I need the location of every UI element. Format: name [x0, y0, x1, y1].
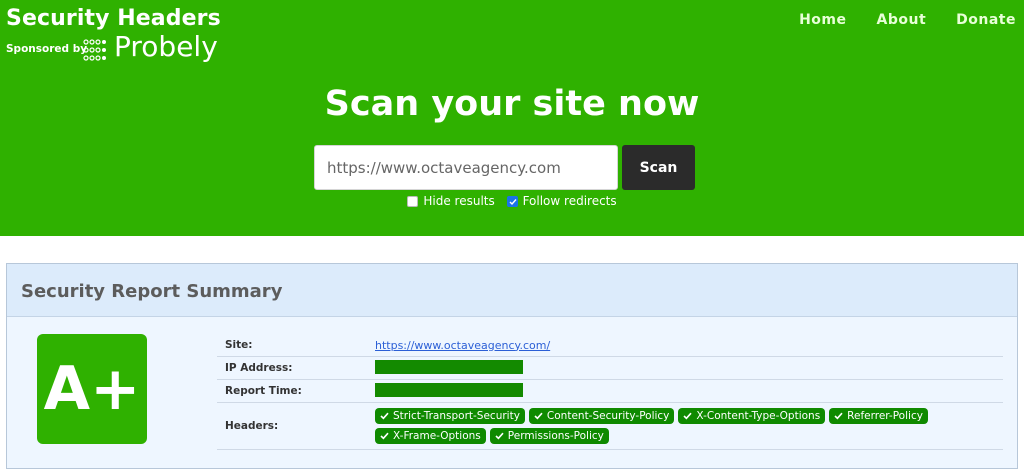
site-label: Site:: [225, 339, 253, 351]
header-chip-label: Referrer-Policy: [847, 410, 923, 422]
site-row: Site: https://www.octaveagency.com/: [217, 334, 1003, 357]
header-chip-label: X-Content-Type-Options: [696, 410, 821, 422]
ip-redacted-value: [375, 359, 523, 374]
sponsored-by-text: Sponsored by: [6, 43, 88, 55]
top-nav: Home About Donate: [799, 12, 1016, 28]
header-chip: X-Content-Type-Options: [678, 408, 826, 424]
ip-label: IP Address:: [225, 362, 293, 374]
site-title[interactable]: Security Headers: [6, 6, 221, 31]
header-chip: Content-Security-Policy: [528, 408, 675, 424]
header-chip-label: X-Frame-Options: [393, 430, 481, 442]
check-icon: [380, 432, 389, 440]
follow-redirects-checkbox[interactable]: [506, 195, 518, 207]
header-chip: Referrer-Policy: [829, 408, 928, 424]
header-chip: Strict-Transport-Security: [375, 408, 525, 424]
sponsor-logo-text[interactable]: Probely: [114, 30, 218, 63]
checkmark-icon: [509, 198, 517, 205]
url-input[interactable]: [314, 145, 618, 190]
headers-row: Headers: Strict-Transport-Security Conten…: [217, 403, 1003, 450]
check-icon: [683, 412, 693, 420]
header-chip: Permissions-Policy: [489, 428, 609, 444]
hero-banner: Security Headers Sponsored by Probely Ho…: [0, 0, 1024, 236]
follow-redirects-label: Follow redirects: [522, 194, 617, 208]
header-chip: X-Frame-Options: [375, 428, 486, 444]
probely-logo-icon: [83, 39, 106, 61]
header-chip-label: Strict-Transport-Security: [393, 410, 520, 422]
hide-results-option[interactable]: Hide results: [407, 194, 495, 208]
report-details: Site: https://www.octaveagency.com/ IP A…: [217, 334, 1003, 450]
scan-button[interactable]: Scan: [622, 145, 695, 190]
report-time-label: Report Time:: [225, 385, 302, 397]
nav-donate-link[interactable]: Donate: [956, 12, 1016, 28]
check-icon: [834, 412, 843, 420]
hide-results-label: Hide results: [423, 194, 495, 208]
grade-badge: A+: [37, 334, 147, 444]
report-time-row: Report Time:: [217, 380, 1003, 403]
check-icon: [495, 432, 504, 440]
page-headline: Scan your site now: [324, 84, 700, 124]
headers-label: Headers:: [225, 420, 279, 432]
scan-options: Hide results Follow redirects: [0, 194, 1024, 210]
ip-row: IP Address:: [217, 357, 1003, 380]
check-icon: [380, 412, 389, 420]
security-report-panel: Security Report Summary A+ Site: https:/…: [6, 263, 1018, 469]
nav-home-link[interactable]: Home: [799, 12, 846, 28]
report-time-redacted-value: [375, 382, 523, 397]
header-chips: Strict-Transport-Security Content-Securit…: [375, 408, 935, 444]
header-chip-label: Content-Security-Policy: [546, 410, 670, 422]
header-chip-label: Permissions-Policy: [507, 430, 604, 442]
site-url-link[interactable]: https://www.octaveagency.com/: [375, 339, 550, 352]
report-title: Security Report Summary: [21, 281, 283, 302]
hide-results-checkbox[interactable]: [407, 195, 419, 207]
follow-redirects-option[interactable]: Follow redirects: [506, 194, 617, 208]
check-icon: [534, 412, 543, 420]
nav-about-link[interactable]: About: [877, 12, 927, 28]
